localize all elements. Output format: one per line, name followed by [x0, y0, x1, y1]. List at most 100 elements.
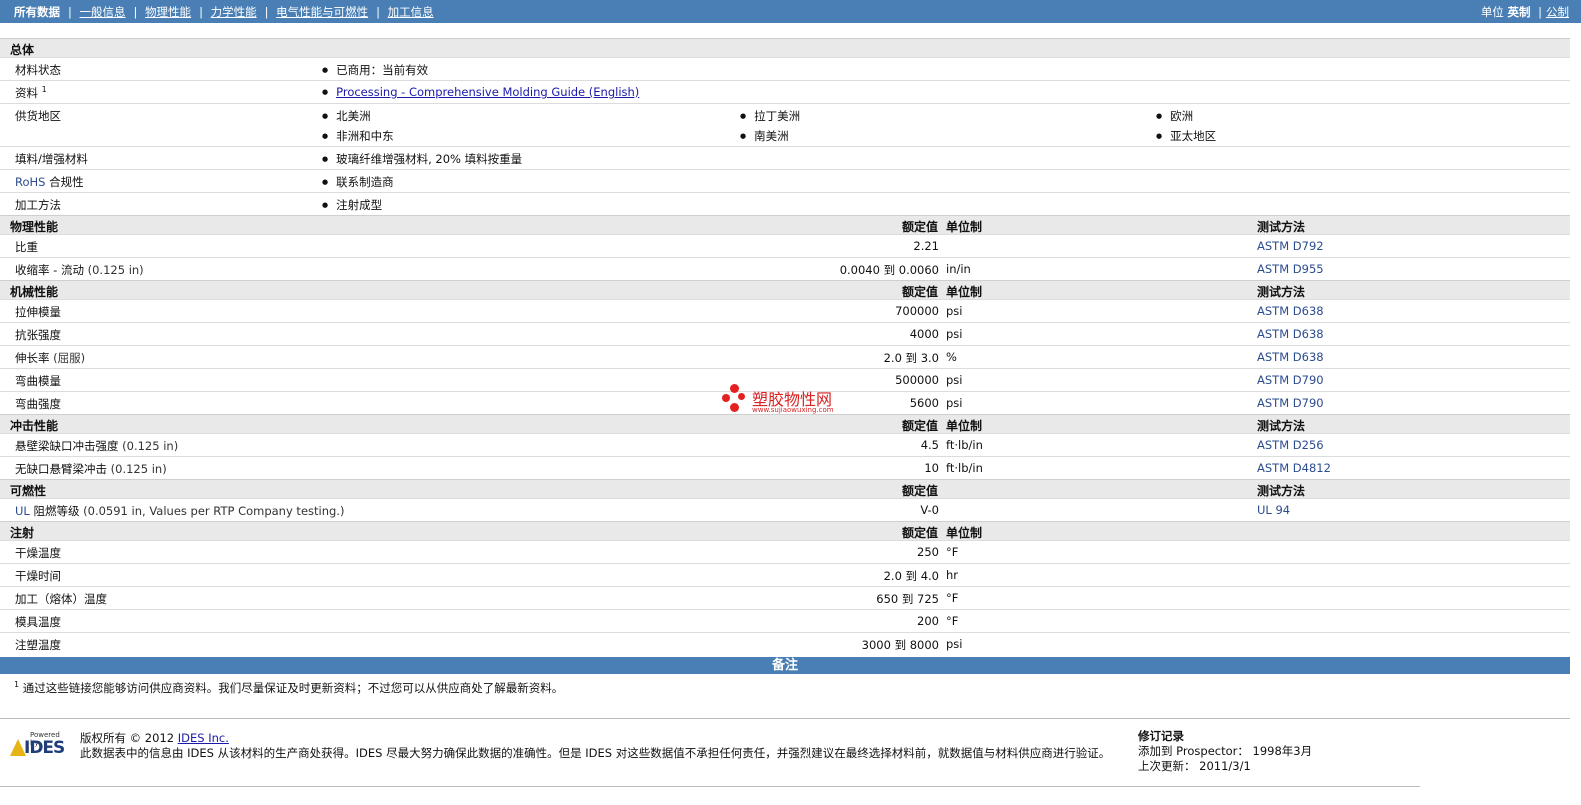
section-title: 机械性能 [10, 285, 59, 299]
row-value: 4000 [909, 327, 939, 341]
row-value: 500000 [895, 373, 939, 387]
header-unit: 单位制 [946, 285, 983, 299]
table-row: 收缩率 - 流动 (0.125 in) 0.0040 到 0.0060 in/i… [0, 257, 1570, 280]
row-test: ASTM D638 [1257, 350, 1324, 364]
row-value: 650 到 725 [876, 592, 939, 606]
table-row: 比重 2.21 ASTM D792 [0, 234, 1570, 257]
row-test: ASTM D790 [1257, 373, 1324, 387]
row-label: 收缩率 - 流动 (0.125 in) [15, 263, 144, 277]
header-test: 测试方法 [1257, 220, 1306, 234]
watermark-url: www.sujiaowuxing.com [752, 406, 834, 414]
table-row: 伸长率 (屈服) 2.0 到 3.0 % ASTM D638 [0, 345, 1570, 368]
row-label: 干燥温度 [15, 546, 61, 560]
revision-title: 修订记录 [1138, 729, 1184, 743]
row-label: 弯曲模量 [15, 374, 61, 388]
region-item: 欧洲 [1156, 108, 1193, 124]
row-value: 700000 [895, 304, 939, 318]
divider [0, 786, 1420, 787]
row-unit: psi [946, 327, 963, 341]
row-value: 200 [917, 614, 939, 628]
table-row: 抗张强度 4000 psi ASTM D638 [0, 322, 1570, 345]
footnote-text: 通过这些链接您能够访问供应商资料。我们尽量保证及时更新资料；不过您可以从供应商处… [22, 681, 564, 695]
nav-all-data[interactable]: 所有数据 [14, 5, 60, 19]
section-title: 可燃性 [10, 484, 47, 498]
ides-logo: Powered by IDES [8, 731, 70, 759]
row-value: 2.0 到 4.0 [883, 569, 939, 583]
updated-label: 上次更新： [1138, 759, 1196, 773]
header-unit: 单位制 [946, 526, 983, 540]
row-value: 玻璃纤维增强材料, 20% 填料按重量 [322, 151, 522, 167]
row-filler: 填料/增强材料 玻璃纤维增强材料, 20% 填料按重量 [0, 146, 1570, 169]
row-test: UL 94 [1257, 503, 1291, 517]
section-general: 总体 [0, 38, 1570, 57]
watermark-logo: 塑胶物性网 www.sujiaowuxing.com [722, 384, 852, 418]
row-label: UL 阻燃等级 (0.0591 in, Values per RTP Compa… [15, 504, 345, 518]
row-material-status: 材料状态 已商用：当前有效 [0, 57, 1570, 80]
nav-mechanical[interactable]: 力学性能 [211, 5, 257, 19]
row-value: V-0 [920, 503, 939, 517]
row-label: 弯曲强度 [15, 397, 61, 411]
added-label: 添加到 Prospector： [1138, 744, 1249, 758]
row-label: 模具温度 [15, 615, 61, 629]
notes-header: 备注 [0, 657, 1570, 674]
section-title: 总体 [10, 43, 35, 57]
row-label: RoHS 合规性 [15, 175, 84, 189]
section-title: 注射 [10, 526, 35, 540]
row-rohs: RoHS 合规性 联系制造商 [0, 169, 1570, 192]
section-title: 冲击性能 [10, 419, 59, 433]
ides-inc-link[interactable]: IDES Inc. [178, 731, 229, 745]
row-regions: 供货地区 北美洲 拉丁美洲 欧洲 非洲和中东 南美洲 亚太地区 [0, 103, 1570, 146]
table-row: 拉伸模量 700000 psi ASTM D638 [0, 299, 1570, 322]
row-test: ASTM D256 [1257, 438, 1324, 452]
logo-text: IDES [24, 738, 65, 758]
header-test: 测试方法 [1257, 484, 1306, 498]
row-unit: °F [946, 614, 959, 628]
section-injection: 注射 额定值 单位制 [0, 521, 1570, 540]
table-row: 加工（熔体）温度 650 到 725 °F [0, 586, 1570, 609]
row-processing-method: 加工方法 注射成型 [0, 192, 1570, 215]
row-unit: ft·lb/in [946, 438, 983, 452]
nav-electrical-flammability[interactable]: 电气性能与可燃性 [276, 5, 368, 19]
copyright-text: 版权所有 © 2012 [80, 731, 175, 745]
row-unit: °F [946, 591, 959, 605]
nav-general-info[interactable]: 一般信息 [80, 5, 126, 19]
units-imperial[interactable]: 英制 [1507, 5, 1530, 19]
row-label: 抗张强度 [15, 328, 61, 342]
row-value: 2.0 到 3.0 [883, 351, 939, 365]
row-label: 比重 [15, 240, 38, 254]
row-label: 材料状态 [15, 63, 61, 77]
row-unit: psi [946, 637, 963, 651]
row-label: 资料 1 [15, 85, 47, 100]
row-test: ASTM D638 [1257, 304, 1324, 318]
table-row: 模具温度 200 °F [0, 609, 1570, 632]
molding-guide-link[interactable]: Processing - Comprehensive Molding Guide… [336, 85, 639, 99]
row-label: 加工（熔体）温度 [15, 592, 107, 606]
row-label: 注塑温度 [15, 638, 61, 652]
units-label: 单位 [1480, 5, 1504, 19]
nav-processing[interactable]: 加工信息 [388, 5, 434, 19]
header-test: 测试方法 [1257, 419, 1306, 433]
header-nominal: 额定值 [901, 484, 938, 498]
copyright-block: 版权所有 © 2012 IDES Inc. 此数据表中的信息由 IDES 从该材… [80, 731, 1110, 761]
footnote: 1 通过这些链接您能够访问供应商资料。我们尽量保证及时更新资料；不过您可以从供应… [14, 680, 563, 696]
row-unit: ft·lb/in [946, 461, 983, 475]
disclaimer-text: 此数据表中的信息由 IDES 从该材料的生产商处获得。IDES 尽最大努力确保此… [80, 746, 1111, 760]
row-value: 5600 [909, 396, 939, 410]
divider [0, 718, 1570, 719]
table-row: 干燥温度 250 °F [0, 540, 1570, 563]
row-label: 伸长率 (屈服) [15, 351, 86, 365]
row-test: ASTM D638 [1257, 327, 1324, 341]
row-label: 悬壁梁缺口冲击强度 (0.125 in) [15, 439, 179, 453]
table-row: 悬壁梁缺口冲击强度 (0.125 in) 4.5 ft·lb/in ASTM D… [0, 433, 1570, 456]
row-label: 填料/增强材料 [15, 152, 88, 166]
row-label: 无缺口悬臂梁冲击 (0.125 in) [15, 462, 167, 476]
table-row: 注塑温度 3000 到 8000 psi [0, 632, 1570, 655]
added-value: 1998年3月 [1252, 744, 1313, 758]
row-value: 已商用：当前有效 [322, 62, 428, 78]
nav-physical[interactable]: 物理性能 [145, 5, 191, 19]
revision-history: 修订记录 添加到 Prospector： 1998年3月 上次更新： 2011/… [1138, 729, 1312, 774]
row-value: 2.21 [913, 239, 939, 253]
header-nominal: 额定值 [901, 419, 938, 433]
region-item: 北美洲 [322, 108, 371, 124]
units-metric[interactable]: 公制 [1546, 5, 1569, 19]
